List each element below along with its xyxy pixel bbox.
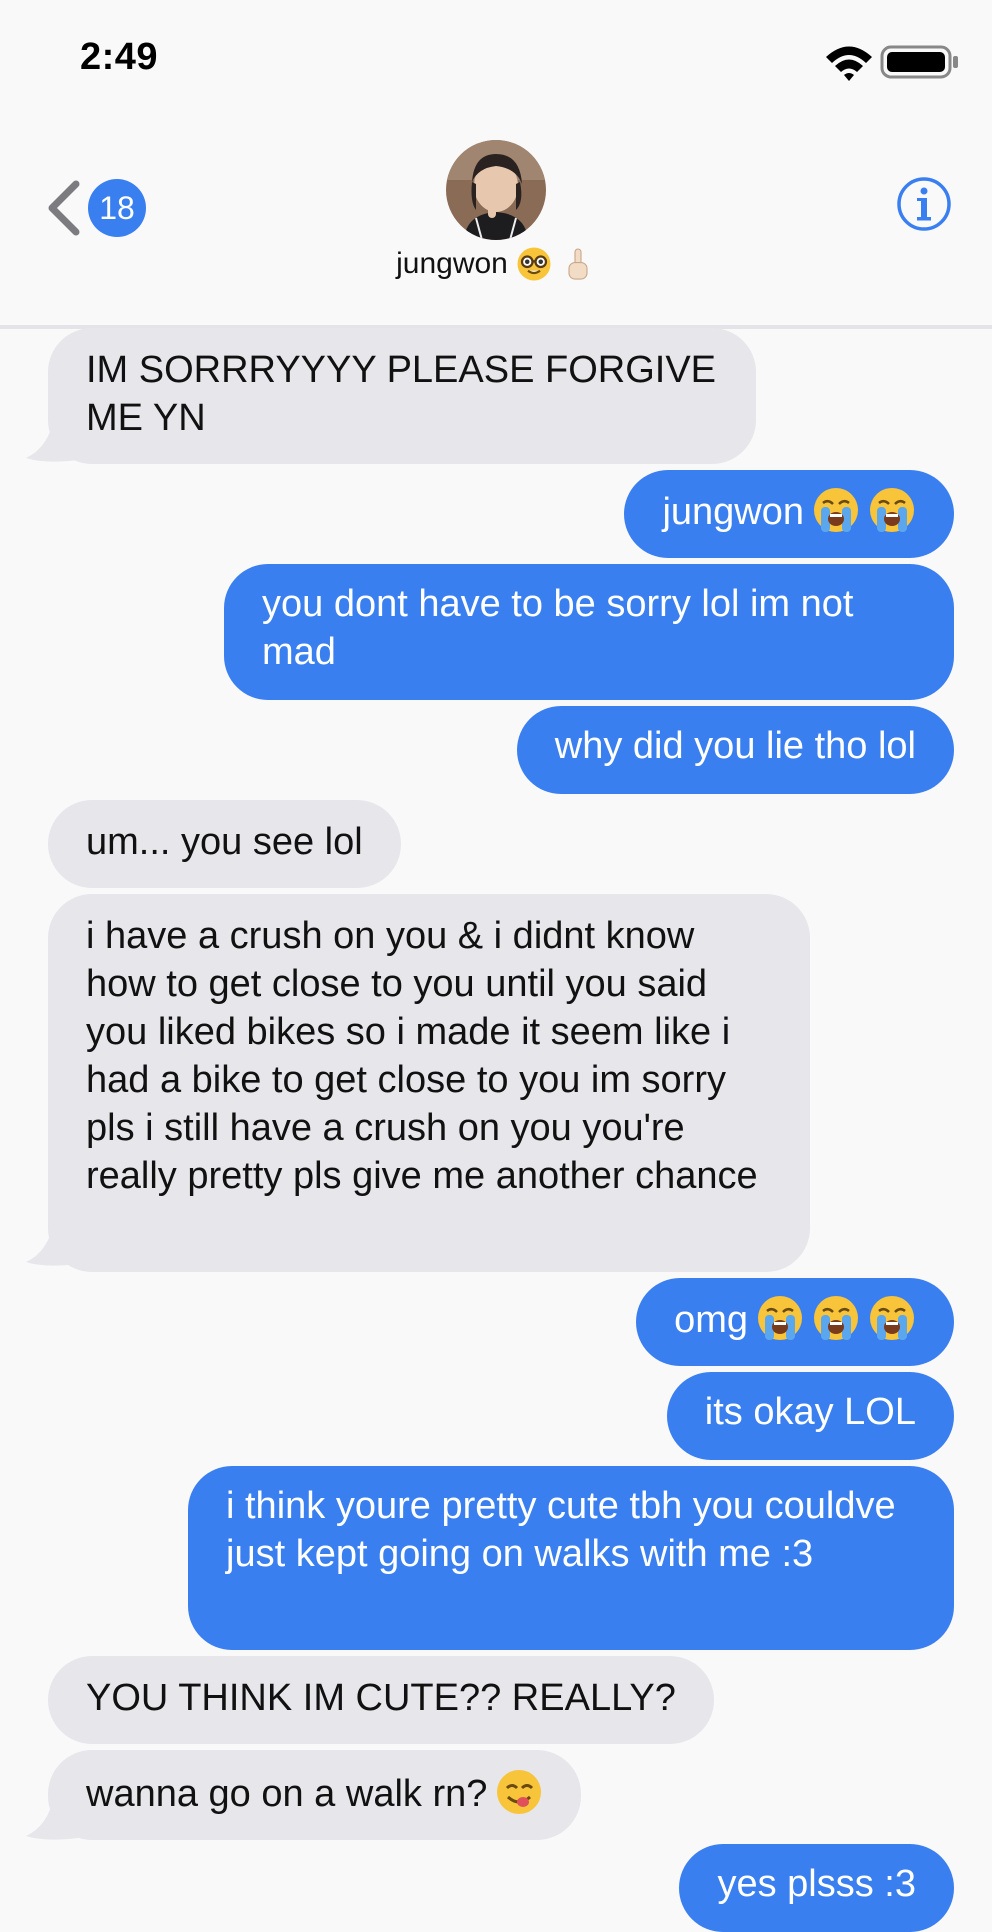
loudly-crying-face-emoji (868, 486, 916, 534)
status-bar: 2:49 (0, 0, 992, 120)
message-text: its okay LOL (704, 1391, 916, 1433)
contact-name-row[interactable]: jungwon (0, 246, 992, 282)
loudly-crying-face-emoji (812, 486, 860, 534)
message-bubble-outgoing[interactable]: omg (636, 1278, 954, 1366)
message-text: why did you lie tho lol (554, 725, 916, 767)
message-text: i think youre pretty cute tbh you couldv… (226, 1485, 896, 1575)
loudly-crying-face-emoji (868, 1294, 916, 1342)
back-button[interactable]: 18 (44, 176, 146, 240)
message-text: yes plsss :3 (717, 1863, 916, 1905)
message-text: YOU THINK IM CUTE?? REALLY? (86, 1677, 676, 1719)
message-text: um... you see lol (86, 821, 363, 863)
loudly-crying-face-emoji (756, 1294, 804, 1342)
message-bubble-outgoing[interactable]: i think youre pretty cute tbh you couldv… (188, 1466, 954, 1650)
message-bubble-incoming[interactable]: i have a crush on you & i didnt know how… (48, 894, 810, 1272)
nerd-face-emoji (516, 246, 552, 282)
message-text: you dont have to be sorry lol im not mad (262, 583, 854, 673)
message-bubble-incoming[interactable]: IM SORRRYYYY PLEASE FORGIVE ME YN (48, 328, 756, 464)
avatar-photo (446, 140, 546, 240)
message-text: jungwon (662, 491, 804, 533)
info-icon[interactable] (896, 176, 952, 232)
message-bubble-outgoing[interactable]: its okay LOL (666, 1372, 954, 1460)
message-bubble-outgoing[interactable]: you dont have to be sorry lol im not mad (224, 564, 954, 700)
index-pointing-up-emoji (560, 246, 596, 282)
message-bubble-incoming[interactable]: wanna go on a walk rn? (48, 1750, 582, 1840)
battery-icon (880, 45, 958, 79)
conversation-header: 18 jungwon (0, 120, 992, 329)
message-text: wanna go on a walk rn? (86, 1773, 488, 1815)
message-bubble-outgoing[interactable]: yes plsss :3 (679, 1844, 954, 1932)
message-bubble-outgoing[interactable]: jungwon (624, 470, 954, 558)
message-text: omg (674, 1299, 748, 1341)
contact-name: jungwon (396, 247, 508, 280)
chevron-left-icon (48, 180, 80, 236)
face-savoring-food-emoji (495, 1768, 543, 1816)
message-bubble-outgoing[interactable]: why did you lie tho lol (516, 706, 954, 794)
message-text: IM SORRRYYYY PLEASE FORGIVE ME YN (86, 349, 717, 439)
wifi-icon (826, 46, 872, 81)
unread-count-badge: 18 (88, 179, 146, 237)
loudly-crying-face-emoji (812, 1294, 860, 1342)
message-bubble-incoming[interactable]: YOU THINK IM CUTE?? REALLY? (48, 1656, 714, 1744)
contact-avatar[interactable] (446, 140, 546, 240)
message-bubble-incoming[interactable]: um... you see lol (48, 800, 401, 888)
status-time: 2:49 (80, 36, 159, 78)
message-text: i have a crush on you & i didnt know how… (86, 915, 758, 1197)
